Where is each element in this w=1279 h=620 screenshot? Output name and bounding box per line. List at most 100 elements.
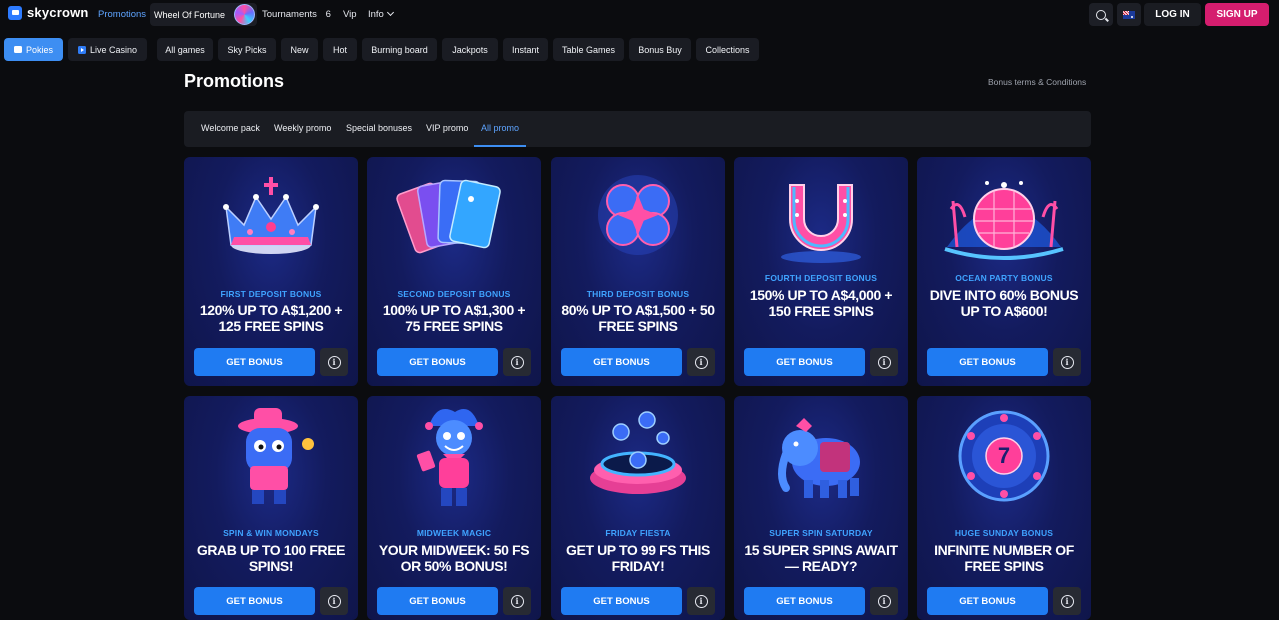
info-label: Info <box>368 9 384 20</box>
info-button[interactable]: i <box>687 348 715 376</box>
card-title: GET UP TO 99 FS THIS FRIDAY! <box>566 542 710 574</box>
card-subtitle: OCEAN PARTY BONUS <box>955 273 1053 283</box>
info-button[interactable]: i <box>320 348 348 376</box>
category-label: Live Casino <box>89 44 138 55</box>
info-button[interactable]: i <box>870 348 898 376</box>
get-bonus-button[interactable]: GET BONUS <box>561 348 682 376</box>
search-icon <box>1096 9 1106 20</box>
nav-promotions[interactable]: Promotions <box>98 9 146 20</box>
category-instant[interactable]: Instant <box>503 38 548 61</box>
jester-character-icon <box>416 409 483 506</box>
get-bonus-button[interactable]: GET BONUS <box>744 587 865 615</box>
elephant-icon <box>778 418 860 498</box>
info-icon: i <box>1060 594 1074 608</box>
nav-vip[interactable]: Vip <box>343 9 357 20</box>
wheel-of-fortune-icon <box>234 4 255 25</box>
tab-vip-promo[interactable]: VIP promo <box>426 123 468 133</box>
login-button[interactable]: LOG IN <box>1144 3 1201 26</box>
get-bonus-button[interactable]: GET BONUS <box>377 348 498 376</box>
promo-card: FIRST DEPOSIT BONUS 120% UP TO A$1,200 +… <box>184 157 358 386</box>
info-button[interactable]: i <box>503 348 531 376</box>
card-title: 120% UP TO A$1,200 + 125 FREE SPINS <box>199 302 343 334</box>
category-collections[interactable]: Collections <box>696 38 759 61</box>
get-bonus-button[interactable]: GET BONUS <box>194 348 315 376</box>
tournaments-label: Tournaments <box>262 9 317 20</box>
card-subtitle: SECOND DEPOSIT BONUS <box>397 289 511 299</box>
promo-card: SUPER SPIN SATURDAY 15 SUPER SPINS AWAIT… <box>734 396 908 620</box>
nav-info[interactable]: Info <box>368 8 394 20</box>
wheel-of-fortune-label: Wheel Of Fortune <box>154 9 226 20</box>
info-icon: i <box>694 355 708 369</box>
tournaments-count: 6 <box>325 9 331 20</box>
category-new[interactable]: New <box>281 38 318 61</box>
search-button[interactable] <box>1089 3 1113 26</box>
tab-welcome-pack[interactable]: Welcome pack <box>201 123 260 133</box>
card-title: 100% UP TO A$1,300 + 75 FREE SPINS <box>382 302 526 334</box>
promo-card: FOURTH DEPOSIT BONUS 150% UP TO A$4,000 … <box>734 157 908 386</box>
page-title: Promotions <box>184 71 285 91</box>
card-subtitle: SUPER SPIN SATURDAY <box>769 528 873 538</box>
info-icon: i <box>694 594 708 608</box>
info-icon: i <box>1060 355 1074 369</box>
category-sky-picks[interactable]: Sky Picks <box>218 38 276 61</box>
crown-icon <box>223 177 319 254</box>
info-button[interactable]: i <box>870 587 898 615</box>
card-title: GRAB UP TO 100 FREE SPINS! <box>196 542 346 574</box>
info-icon: i <box>510 594 524 608</box>
category-label: Pokies <box>25 44 53 55</box>
promo-card: FRIDAY FIESTA GET UP TO 99 FS THIS FRIDA… <box>551 396 725 620</box>
category-table-games[interactable]: Table Games <box>553 38 624 61</box>
card-title: DIVE INTO 60% BONUS UP TO A$600! <box>929 287 1079 319</box>
tab-all-promo[interactable]: All promo <box>481 123 519 133</box>
horseshoe-icon <box>781 184 861 263</box>
top-header: skycrown Promotions Wheel Of Fortune Tou… <box>0 0 1279 30</box>
tab-special-bonuses[interactable]: Special bonuses <box>346 123 412 133</box>
category-bonus-buy[interactable]: Bonus Buy <box>629 38 691 61</box>
skycrown-logo-icon <box>8 5 22 20</box>
slot-machine-icon <box>13 46 22 53</box>
promo-card: MIDWEEK MAGIC YOUR MIDWEEK: 50 FS OR 50%… <box>367 396 541 620</box>
card-subtitle: FRIDAY FIESTA <box>605 528 671 538</box>
svg-text:7: 7 <box>998 443 1010 468</box>
signup-button[interactable]: SIGN UP <box>1205 3 1269 26</box>
card-subtitle: SPIN & WIN MONDAYS <box>223 528 319 538</box>
category-pokies[interactable]: Pokies <box>4 38 63 61</box>
get-bonus-button[interactable]: GET BONUS <box>561 587 682 615</box>
info-button[interactable]: i <box>503 587 531 615</box>
nav-wheel-of-fortune[interactable]: Wheel Of Fortune <box>150 3 257 26</box>
promo-card: THIRD DEPOSIT BONUS 80% UP TO A$1,500 + … <box>551 157 725 386</box>
bonus-terms-link[interactable]: Bonus terms & Conditions <box>988 77 1086 87</box>
info-button[interactable]: i <box>1053 587 1081 615</box>
category-hot[interactable]: Hot <box>323 38 357 61</box>
info-icon: i <box>327 355 341 369</box>
promo-card: OCEAN PARTY BONUS DIVE INTO 60% BONUS UP… <box>917 157 1091 386</box>
chevron-down-icon <box>386 8 394 17</box>
nav-tournaments[interactable]: Tournaments 6 <box>262 9 331 20</box>
play-icon <box>77 45 86 54</box>
four-leaf-clover-icon <box>598 175 678 255</box>
get-bonus-button[interactable]: GET BONUS <box>927 348 1048 376</box>
australia-flag-icon <box>1123 10 1135 19</box>
category-bar: Pokies Live Casino All games Sky Picks N… <box>0 38 1279 61</box>
get-bonus-button[interactable]: GET BONUS <box>377 587 498 615</box>
get-bonus-button[interactable]: GET BONUS <box>744 348 865 376</box>
info-button[interactable]: i <box>687 587 715 615</box>
category-jackpots[interactable]: Jackpots <box>442 38 498 61</box>
language-button[interactable] <box>1117 3 1141 26</box>
category-all-games[interactable]: All games <box>157 38 213 61</box>
card-subtitle: FIRST DEPOSIT BONUS <box>220 289 322 299</box>
lucky-seven-wheel-icon: 7 <box>958 410 1050 502</box>
category-burning-board[interactable]: Burning board <box>362 38 437 61</box>
card-subtitle: HUGE SUNDAY BONUS <box>954 528 1054 538</box>
tab-weekly-promo[interactable]: Weekly promo <box>274 123 331 133</box>
info-icon: i <box>327 594 341 608</box>
category-live-casino[interactable]: Live Casino <box>68 38 147 61</box>
info-button[interactable]: i <box>1053 348 1081 376</box>
brand-logo[interactable]: skycrown <box>8 5 89 20</box>
card-subtitle: FOURTH DEPOSIT BONUS <box>764 273 878 283</box>
card-title: INFINITE NUMBER OF FREE SPINS <box>934 542 1074 574</box>
info-button[interactable]: i <box>320 587 348 615</box>
disco-ball-icon <box>944 181 1064 260</box>
get-bonus-button[interactable]: GET BONUS <box>194 587 315 615</box>
get-bonus-button[interactable]: GET BONUS <box>927 587 1048 615</box>
